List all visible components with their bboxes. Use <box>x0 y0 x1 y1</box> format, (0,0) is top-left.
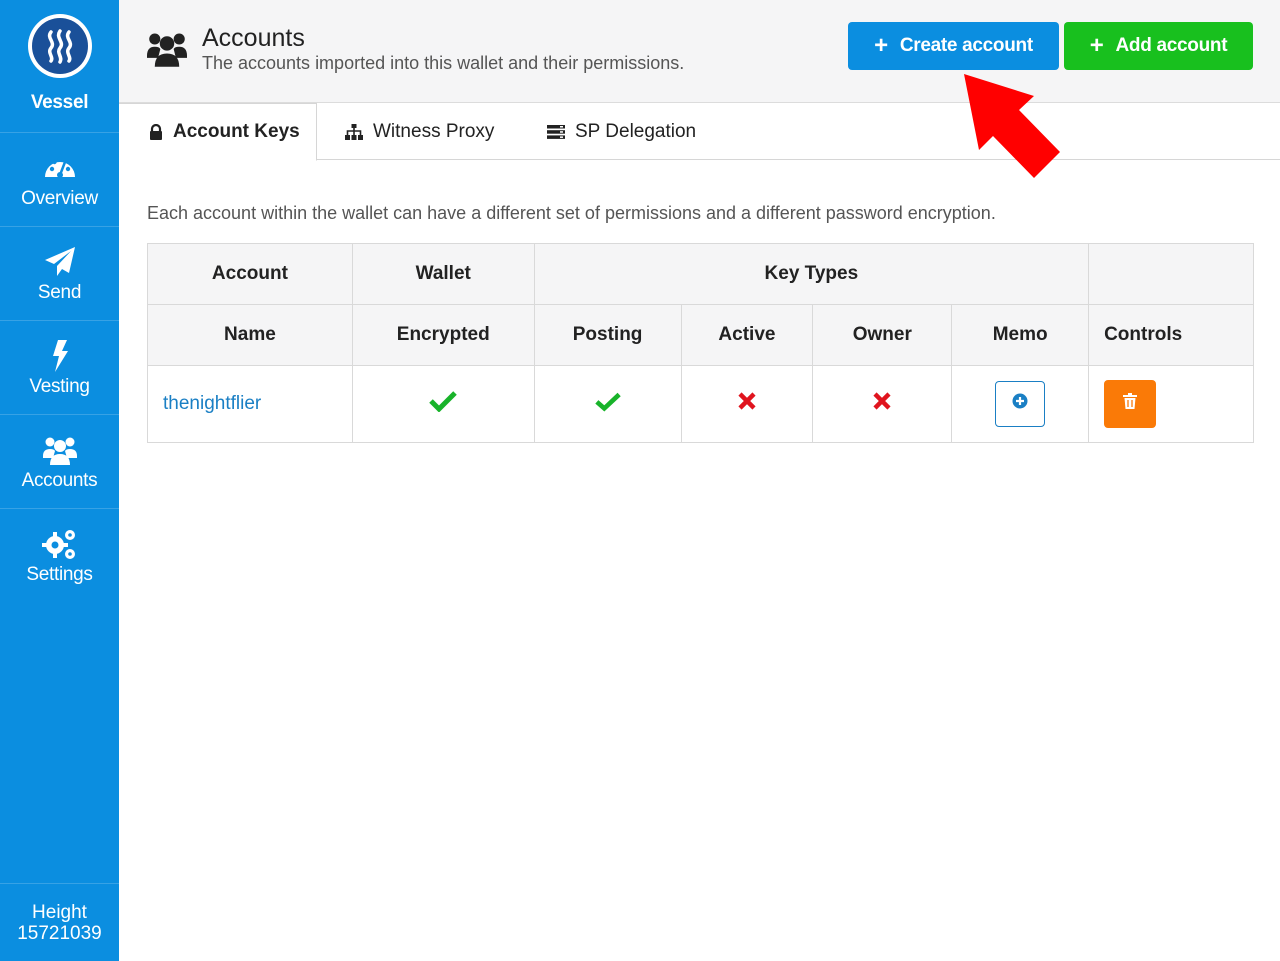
cross-icon <box>737 392 757 416</box>
column-header-controls: Controls <box>1088 304 1254 366</box>
gears-icon <box>41 526 78 562</box>
brand[interactable]: Vessel <box>0 0 119 132</box>
page-subtitle: The accounts imported into this wallet a… <box>202 53 685 73</box>
check-icon <box>594 392 621 417</box>
add-memo-key-button[interactable] <box>995 381 1046 427</box>
height-label: Height <box>32 901 87 923</box>
add-account-label: Add account <box>1115 35 1228 56</box>
controls-cell <box>1088 365 1254 443</box>
column-header-name: Name <box>147 304 353 366</box>
tab-witness-proxy[interactable]: Witness Proxy <box>345 103 494 160</box>
annotation-arrow-icon <box>962 72 1062 187</box>
encrypted-cell <box>351 365 535 443</box>
tab-account-keys[interactable]: Account Keys <box>119 103 317 161</box>
block-height: Height 15721039 <box>0 883 119 961</box>
tab-label: Witness Proxy <box>373 120 495 142</box>
column-header-memo: Memo <box>951 304 1090 366</box>
tab-bar: Account Keys Witness Proxy SP Delegation <box>119 103 1280 161</box>
sitemap-icon <box>345 123 363 140</box>
add-account-button[interactable]: + Add account <box>1064 22 1253 70</box>
sidebar-item-label: Accounts <box>21 469 98 491</box>
steem-logo-icon <box>27 14 92 78</box>
table-row: thenightflier <box>147 365 1254 443</box>
tab-label: SP Delegation <box>575 120 697 142</box>
page-header: Accounts The accounts imported into this… <box>119 0 1280 103</box>
posting-cell <box>533 365 682 443</box>
group-header-empty <box>1088 243 1254 305</box>
sidebar-item-label: Vesting <box>29 375 90 397</box>
cross-icon <box>872 392 892 416</box>
sidebar-item-label: Settings <box>26 563 93 585</box>
dashboard-icon <box>43 150 77 186</box>
plus-icon: + <box>1089 32 1104 59</box>
plus-icon: + <box>874 32 888 59</box>
sidebar-item-settings[interactable]: Settings <box>0 508 119 602</box>
sidebar: Vessel Overview Send Vesting Accounts Se… <box>0 0 119 961</box>
users-icon <box>42 432 78 468</box>
server-icon <box>547 124 565 139</box>
sidebar-item-send[interactable]: Send <box>0 226 119 320</box>
owner-cell <box>812 365 953 443</box>
users-icon <box>147 30 187 73</box>
plus-circle-icon <box>1012 393 1028 415</box>
sidebar-item-label: Overview <box>21 187 98 209</box>
account-keys-table: Account Wallet Key Types Name Encrypted … <box>147 243 1254 443</box>
group-header-wallet: Wallet <box>351 243 535 305</box>
group-header-account: Account <box>147 243 353 305</box>
active-cell <box>680 365 814 443</box>
create-account-button[interactable]: + Create account <box>848 22 1059 70</box>
tab-label: Account Keys <box>173 121 300 142</box>
sidebar-item-vesting[interactable]: Vesting <box>0 320 119 414</box>
trash-icon <box>1123 393 1138 415</box>
column-header-encrypted: Encrypted <box>351 304 535 366</box>
paper-plane-icon <box>44 244 76 280</box>
lightning-icon <box>51 338 69 374</box>
table-group-header-row: Account Wallet Key Types <box>147 243 1254 305</box>
brand-label: Vessel <box>30 92 89 113</box>
delete-account-button[interactable] <box>1104 380 1157 428</box>
height-value: 15721039 <box>17 922 102 944</box>
create-account-label: Create account <box>899 35 1033 56</box>
sidebar-item-accounts[interactable]: Accounts <box>0 414 119 508</box>
column-header-posting: Posting <box>533 304 682 366</box>
group-header-key-types: Key Types <box>533 243 1090 305</box>
table-header-row: Name Encrypted Posting Active Owner Memo… <box>147 304 1254 366</box>
check-icon <box>429 391 458 417</box>
column-header-owner: Owner <box>812 304 953 366</box>
tab-sp-delegation[interactable]: SP Delegation <box>547 103 696 160</box>
sidebar-item-label: Send <box>37 281 82 303</box>
page-title: Accounts <box>202 24 305 52</box>
memo-cell <box>951 365 1090 443</box>
lock-icon <box>149 124 163 140</box>
tab-description: Each account within the wallet can have … <box>147 203 996 223</box>
account-name-link[interactable]: thenightflier <box>147 365 353 443</box>
column-header-active: Active <box>680 304 814 366</box>
sidebar-item-overview[interactable]: Overview <box>0 132 119 226</box>
